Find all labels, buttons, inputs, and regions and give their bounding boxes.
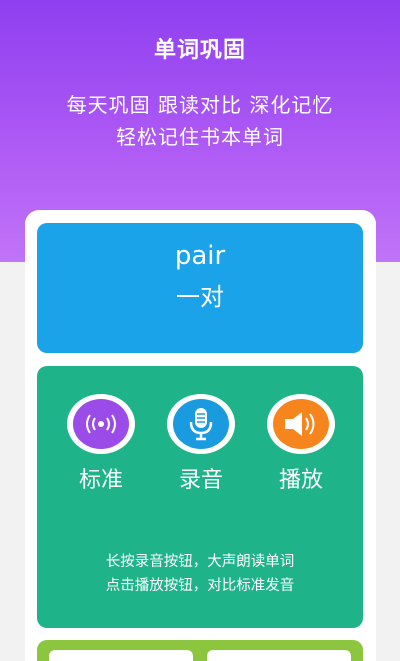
- practice-panel: 标准 录音 播放 长按录音按钮，大声朗读单词 点击播放按钮，对比标准发音: [37, 366, 363, 628]
- record-button[interactable]: 录音: [161, 394, 241, 494]
- speaker-icon: [273, 399, 329, 449]
- broadcast-icon: [73, 399, 129, 449]
- bottom-panel: [37, 640, 363, 661]
- word-panel: pair 一对: [37, 223, 363, 353]
- word-meaning: 一对: [176, 283, 224, 311]
- promo-tagline: 每天巩固 跟读对比 深化记忆: [66, 93, 334, 117]
- promo-subtagline: 轻松记住书本单词: [116, 125, 284, 149]
- record-icon-ring: [167, 394, 235, 454]
- bottom-option-left[interactable]: [49, 650, 193, 661]
- standard-icon-ring: [67, 394, 135, 454]
- play-label: 播放: [278, 468, 323, 493]
- standard-label: 标准: [78, 468, 123, 493]
- microphone-icon: [173, 399, 229, 449]
- hint-record: 长按录音按钮，大声朗读单词: [105, 554, 295, 570]
- play-icon-ring: [267, 394, 335, 454]
- play-button[interactable]: 播放: [261, 394, 341, 494]
- hint-play: 点击播放按钮，对比标准发音: [105, 578, 295, 594]
- word-text: pair: [174, 241, 226, 271]
- page-title: 单词巩固: [153, 38, 246, 63]
- bottom-option-right[interactable]: [207, 650, 351, 661]
- standard-audio-button[interactable]: 标准: [61, 394, 141, 494]
- record-label: 录音: [178, 468, 223, 493]
